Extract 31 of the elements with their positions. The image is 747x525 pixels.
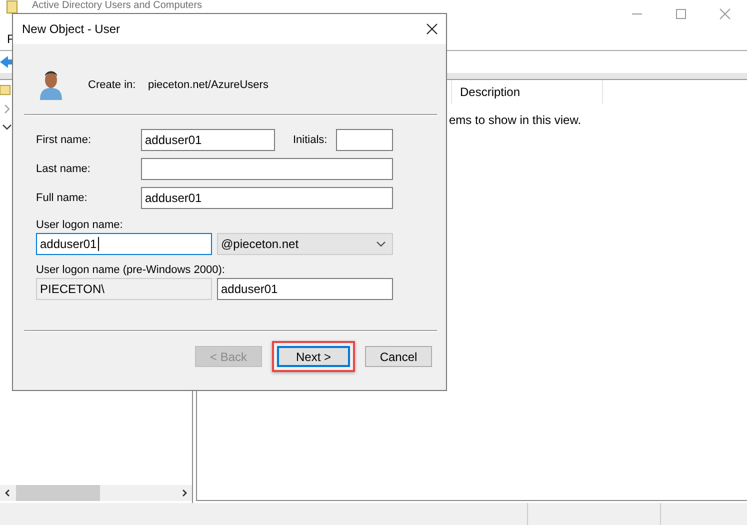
domain-dropdown[interactable]: @pieceton.net <box>217 233 393 255</box>
first-name-field[interactable]: adduser01 <box>141 129 275 151</box>
back-arrow-icon[interactable] <box>0 55 12 69</box>
create-in-label: Create in: <box>88 79 137 91</box>
close-icon[interactable] <box>426 23 438 35</box>
horizontal-scrollbar[interactable] <box>0 485 192 501</box>
initials-label: Initials: <box>293 134 328 146</box>
logon-name-field[interactable]: adduser01 <box>36 233 212 255</box>
chevron-right-icon[interactable] <box>2 104 12 114</box>
empty-message: ems to show in this view. <box>449 113 582 127</box>
logon-name-label: User logon name: <box>36 219 123 231</box>
pre-windows-2000-field[interactable]: adduser01 <box>217 278 393 300</box>
full-name-field[interactable]: adduser01 <box>141 187 393 209</box>
maximize-icon[interactable] <box>675 8 687 20</box>
create-in-path: pieceton.net/AzureUsers <box>148 79 268 91</box>
full-name-label: Full name: <box>36 192 88 204</box>
chevron-down-icon[interactable] <box>2 122 12 132</box>
pre-windows-2000-label: User logon name (pre-Windows 2000): <box>36 264 225 276</box>
initials-field[interactable] <box>336 129 393 151</box>
dialog-title: New Object - User <box>22 22 120 36</box>
app-icon <box>6 0 18 14</box>
window-title: Active Directory Users and Computers <box>32 0 202 12</box>
scroll-thumb[interactable] <box>16 485 100 501</box>
column-header[interactable]: Description <box>452 80 603 104</box>
dialog-button[interactable]: Next > <box>277 346 350 367</box>
user-icon <box>38 69 64 101</box>
last-name-field[interactable] <box>141 158 393 180</box>
dialog-button[interactable]: Cancel <box>365 346 432 367</box>
first-name-label: First name: <box>36 134 92 146</box>
domain-prefix-field: PIECETON\ <box>36 278 212 300</box>
last-name-label: Last name: <box>36 163 92 175</box>
